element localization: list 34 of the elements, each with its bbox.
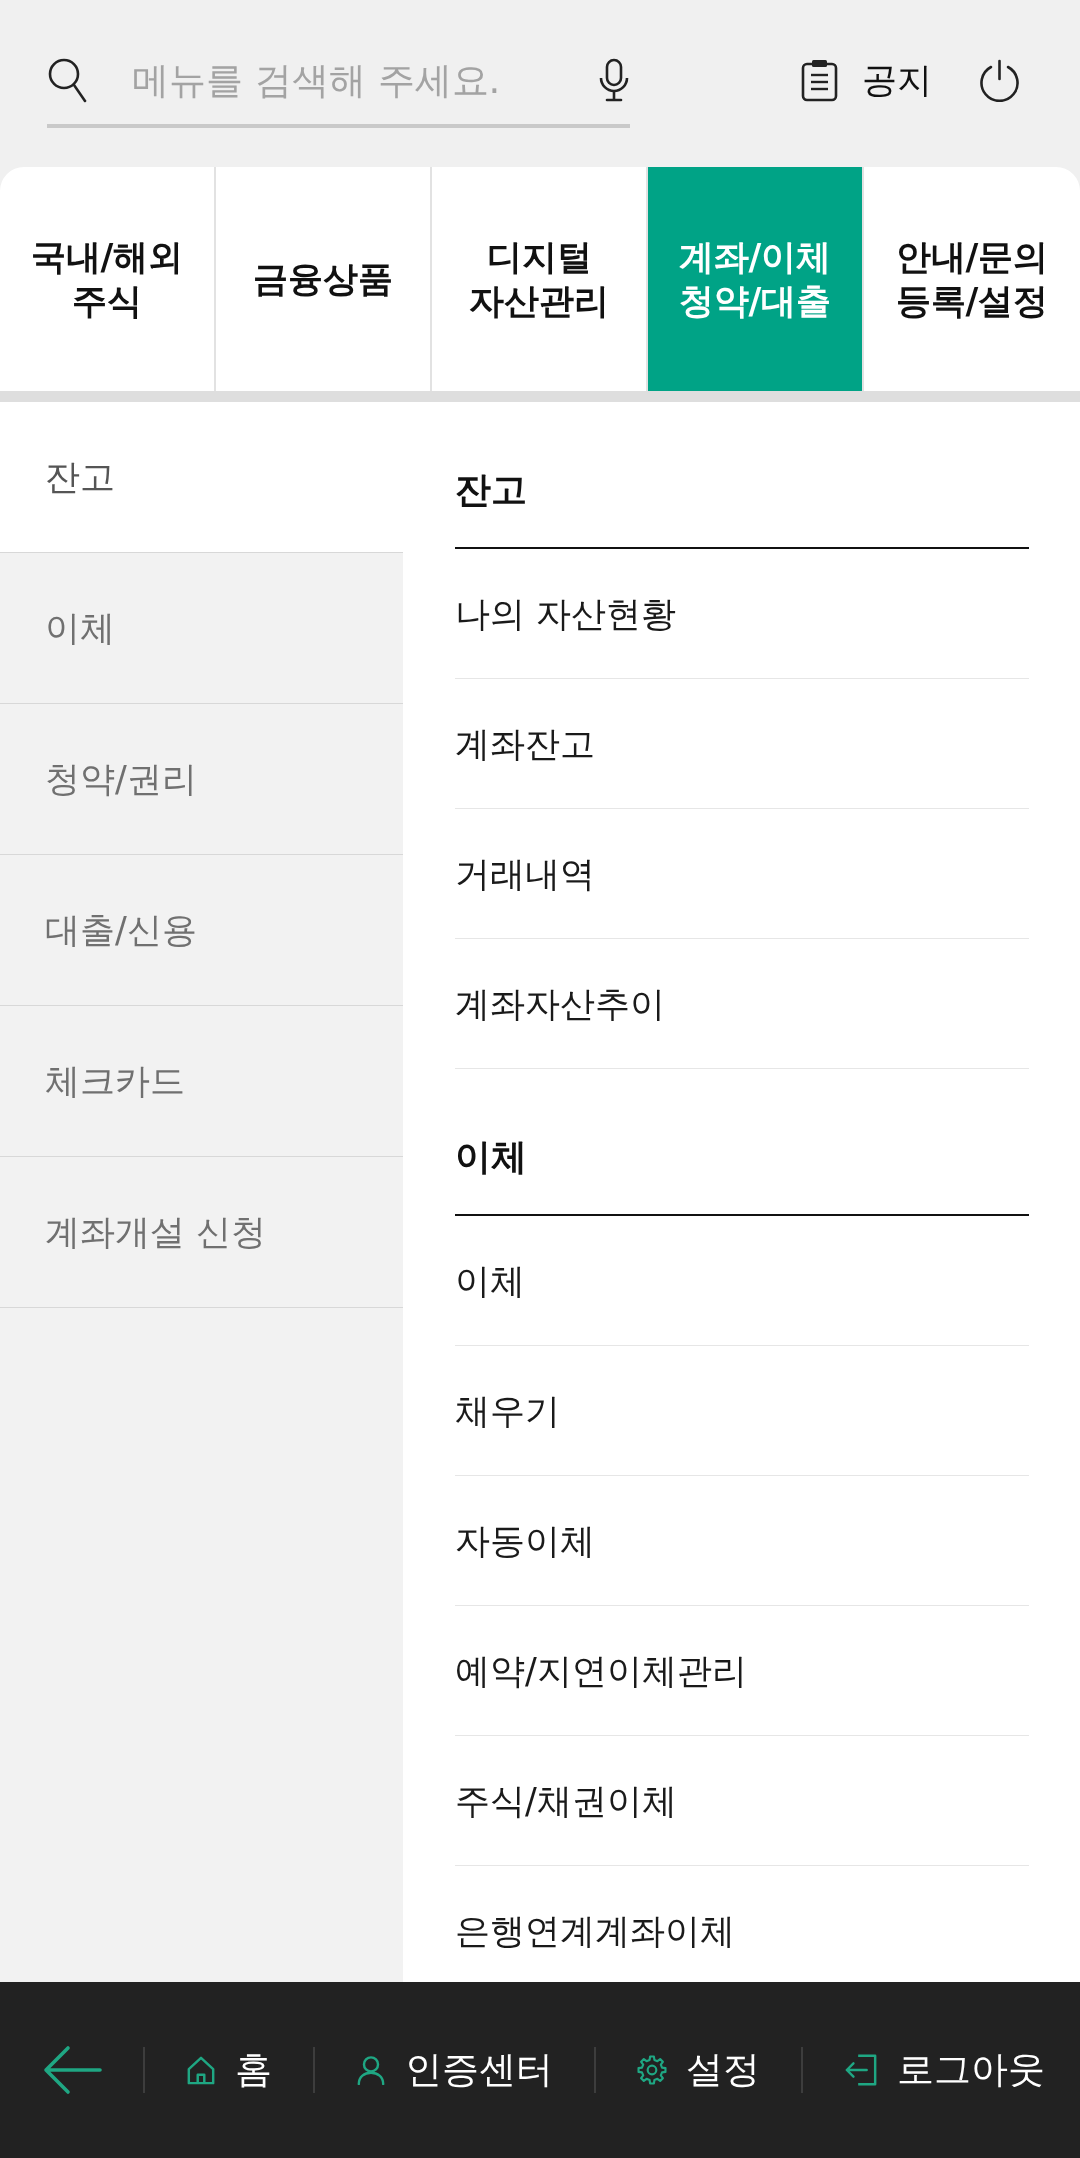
search-icon	[47, 57, 87, 103]
settings-button[interactable]: 설정	[637, 2045, 760, 2095]
section-heading: 잔고	[455, 467, 1029, 549]
menu-link[interactable]: 이체	[455, 1257, 525, 1304]
category-tab[interactable]: 디지털 자산관리	[432, 167, 648, 391]
menu-link[interactable]: 주식/채권이체	[455, 1777, 677, 1824]
back-button[interactable]	[42, 2045, 102, 2095]
menu-link[interactable]: 계좌잔고	[455, 720, 595, 767]
notice-button[interactable]: 공지	[801, 36, 932, 124]
menu-link[interactable]: 채우기	[455, 1387, 560, 1434]
clipboard-icon	[801, 58, 838, 102]
certificate-center-button[interactable]: 인증센터	[356, 2045, 553, 2095]
logout-button[interactable]: 로그아웃	[844, 2045, 1045, 2095]
menu-link[interactable]: 거래내역	[455, 850, 595, 897]
section-heading: 이체	[455, 1134, 1029, 1216]
house-icon	[186, 2055, 216, 2085]
door-arrow-icon	[844, 2053, 878, 2087]
menu-link[interactable]: 계좌자산추이	[455, 980, 665, 1027]
category-tab[interactable]: 안내/문의 등록/설정	[864, 167, 1080, 391]
sidebar-item[interactable]: 잔고	[0, 402, 403, 553]
menu-link[interactable]: 은행연계계좌이체	[455, 1907, 735, 1954]
left-arrow-icon	[42, 2045, 102, 2095]
power-icon	[978, 58, 1021, 102]
settings-icon	[637, 2055, 667, 2085]
microphone-icon[interactable]	[598, 58, 630, 102]
search-bar[interactable]: 메뉴를 검색해 주세요.	[47, 36, 630, 128]
home-button[interactable]: 홈	[186, 2045, 272, 2095]
menu-link[interactable]: 나의 자산현황	[455, 590, 677, 637]
category-tab[interactable]: 금융상품	[216, 167, 432, 391]
search-input[interactable]: 메뉴를 검색해 주세요.	[132, 58, 590, 102]
menu-link[interactable]: 예약/지연이체관리	[455, 1647, 747, 1694]
category-tab[interactable]: 국내/해외 주식	[0, 167, 216, 391]
person-icon	[356, 2055, 386, 2085]
menu-link[interactable]: 자동이체	[455, 1517, 595, 1564]
